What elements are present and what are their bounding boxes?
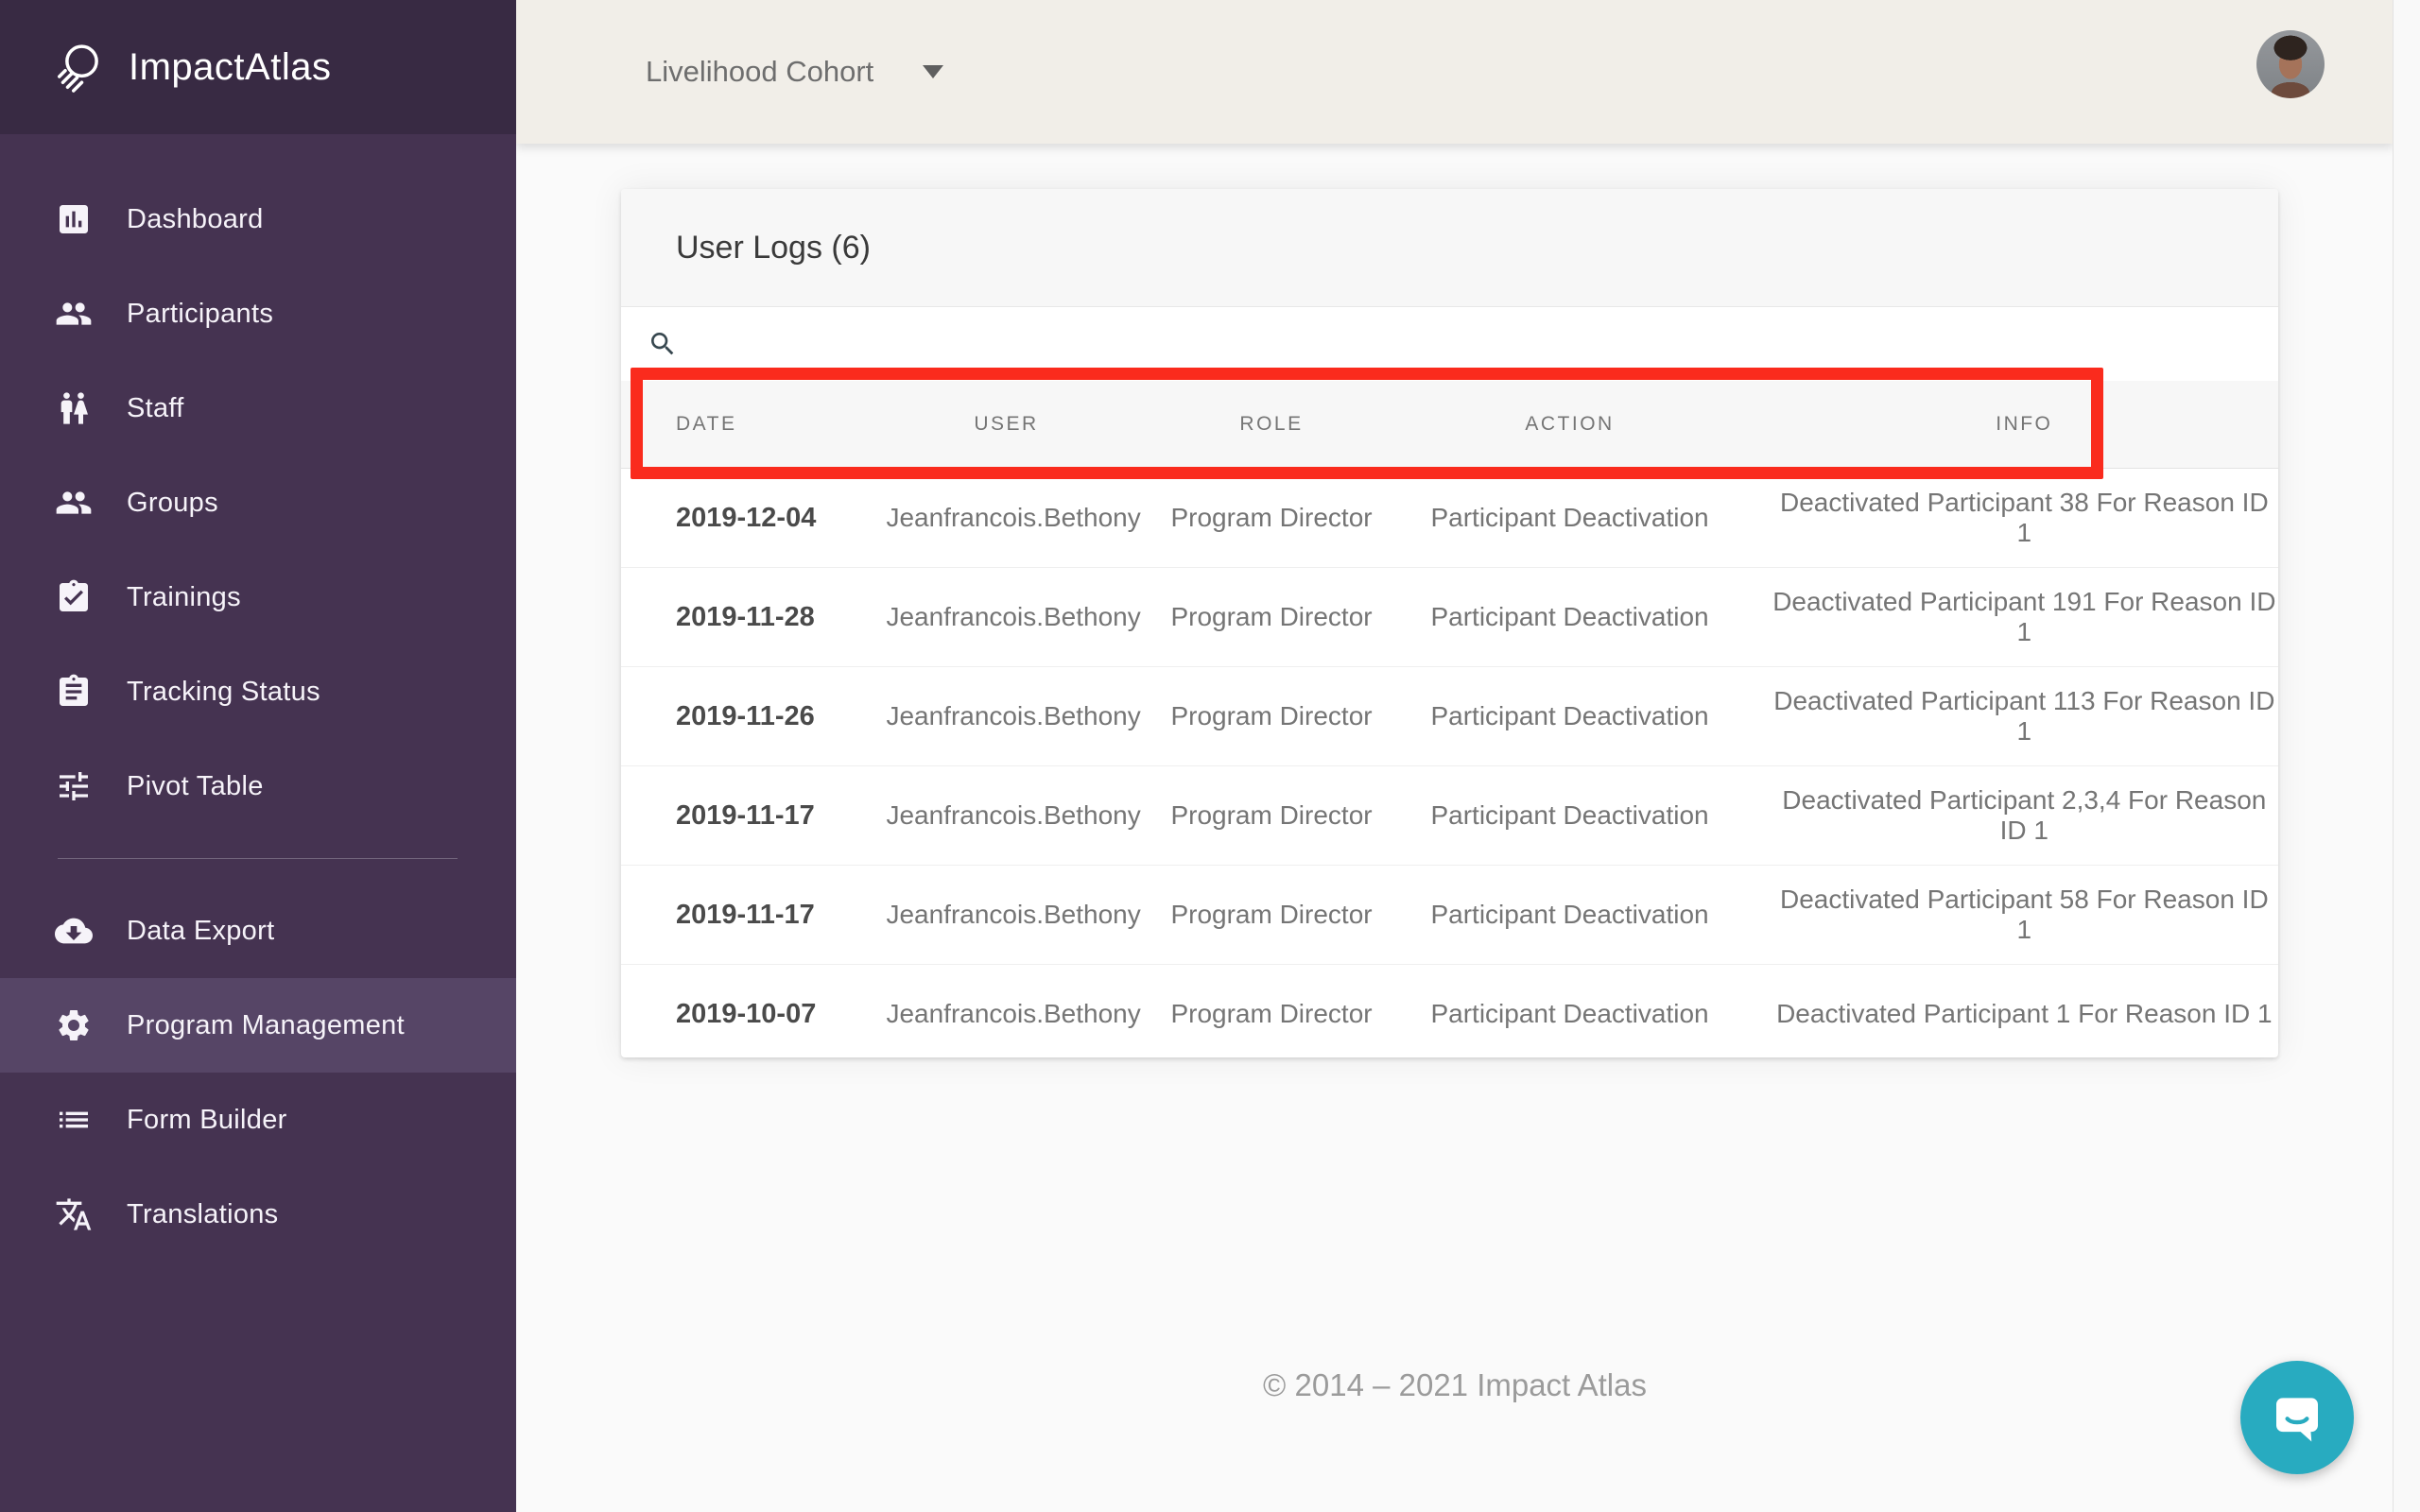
sidebar-item-label: Data Export (127, 916, 274, 947)
copyright-text: © 2014 – 2021 Impact Atlas (516, 1367, 2394, 1403)
bar-chart-icon (55, 200, 93, 238)
sidebar: ImpactAtlas Dashboard Participants Staff Gr… (0, 0, 516, 1512)
table-header-row: DATEUSERROLEACTIONINFO (621, 381, 2278, 469)
table-row: 2019-11-17Jeanfrancois.BethonyProgram Di… (621, 866, 2278, 965)
topbar: Livelihood Cohort (516, 0, 2394, 144)
search-bar (621, 307, 2278, 381)
table-row: 2019-12-04Jeanfrancois.BethonyProgram Di… (621, 469, 2278, 568)
brand[interactable]: ImpactAtlas (0, 0, 516, 134)
app-title: ImpactAtlas (129, 46, 331, 89)
sidebar-item-trainings[interactable]: Trainings (0, 550, 516, 644)
sidebar-item-label: Program Management (127, 1010, 405, 1041)
cohort-selector[interactable]: Livelihood Cohort (646, 55, 943, 89)
sidebar-item-label: Groups (127, 488, 218, 519)
cell-user: Jeanfrancois.Bethony (886, 999, 1126, 1029)
user-logs-card: User Logs (6) DATEUSERROLEACTIONINFO2019… (621, 189, 2278, 1057)
cell-info: Deactivated Participant 38 For Reason ID… (1723, 488, 2278, 548)
cell-date: 2019-11-26 (621, 701, 886, 732)
sidebar-item-program-management[interactable]: Program Management (0, 978, 516, 1073)
column-header-action: ACTION (1416, 413, 1722, 436)
cell-user: Jeanfrancois.Bethony (886, 602, 1126, 632)
sidebar-item-label: Form Builder (127, 1105, 287, 1136)
cell-action: Participant Deactivation (1416, 602, 1722, 632)
sidebar-divider (58, 858, 458, 859)
card-title: User Logs (6) (676, 230, 871, 266)
column-header-date: DATE (621, 413, 886, 436)
sliders-icon (55, 767, 93, 805)
sidebar-item-pivot-table[interactable]: Pivot Table (0, 739, 516, 833)
male-female-icon (55, 389, 93, 427)
cell-info: Deactivated Participant 113 For Reason I… (1723, 686, 2278, 747)
sidebar-item-label: Staff (127, 393, 184, 424)
sidebar-item-label: Pivot Table (127, 771, 264, 802)
cell-action: Participant Deactivation (1416, 503, 1722, 533)
table-row: 2019-11-17Jeanfrancois.BethonyProgram Di… (621, 766, 2278, 866)
gear-icon (55, 1006, 93, 1044)
card-header: User Logs (6) (621, 189, 2278, 307)
cell-action: Participant Deactivation (1416, 701, 1722, 731)
table-row: 2019-11-26Jeanfrancois.BethonyProgram Di… (621, 667, 2278, 766)
chat-fab-button[interactable] (2240, 1361, 2354, 1474)
column-header-user: USER (886, 413, 1126, 436)
scrollbar[interactable] (2393, 0, 2420, 1512)
cell-role: Program Director (1127, 602, 1417, 632)
cohort-selector-label: Livelihood Cohort (646, 55, 873, 89)
table-row: 2019-10-07Jeanfrancois.BethonyProgram Di… (621, 965, 2278, 1063)
cell-info: Deactivated Participant 58 For Reason ID… (1723, 885, 2278, 945)
translate-icon (55, 1195, 93, 1233)
list-icon (55, 1101, 93, 1139)
cell-date: 2019-11-17 (621, 900, 886, 931)
sidebar-item-label: Translations (127, 1199, 278, 1230)
sidebar-item-label: Trainings (127, 582, 241, 613)
cell-info: Deactivated Participant 191 For Reason I… (1723, 587, 2278, 647)
cell-role: Program Director (1127, 503, 1417, 533)
cell-date: 2019-12-04 (621, 503, 886, 534)
sidebar-item-groups[interactable]: Groups (0, 455, 516, 550)
chat-bubble-icon (2266, 1386, 2328, 1449)
sidebar-item-label: Tracking Status (127, 677, 320, 708)
cell-role: Program Director (1127, 999, 1417, 1029)
sidebar-item-label: Participants (127, 299, 273, 330)
sidebar-item-staff[interactable]: Staff (0, 361, 516, 455)
main-content: User Logs (6) DATEUSERROLEACTIONINFO2019… (516, 144, 2394, 1512)
cell-user: Jeanfrancois.Bethony (886, 800, 1126, 831)
sidebar-item-data-export[interactable]: Data Export (0, 884, 516, 978)
impactatlas-logo-icon (51, 39, 108, 95)
user-avatar[interactable] (2256, 30, 2325, 98)
sidebar-item-participants[interactable]: Participants (0, 266, 516, 361)
table-row: 2019-11-28Jeanfrancois.BethonyProgram Di… (621, 568, 2278, 667)
app-root: ImpactAtlas Dashboard Participants Staff Gr… (0, 0, 2420, 1512)
sidebar-item-translations[interactable]: Translations (0, 1167, 516, 1262)
chevron-down-icon (923, 65, 943, 78)
sidebar-item-tracking-status[interactable]: Tracking Status (0, 644, 516, 739)
cell-role: Program Director (1127, 900, 1417, 930)
cell-user: Jeanfrancois.Bethony (886, 900, 1126, 930)
sidebar-nav: Dashboard Participants Staff Groups Training… (0, 134, 516, 1262)
cell-user: Jeanfrancois.Bethony (886, 503, 1126, 533)
cell-info: Deactivated Participant 2,3,4 For Reason… (1723, 785, 2278, 846)
sidebar-item-dashboard[interactable]: Dashboard (0, 172, 516, 266)
cell-user: Jeanfrancois.Bethony (886, 701, 1126, 731)
cell-role: Program Director (1127, 701, 1417, 731)
people-icon (55, 295, 93, 333)
sidebar-item-form-builder[interactable]: Form Builder (0, 1073, 516, 1167)
people-icon (55, 484, 93, 522)
cell-action: Participant Deactivation (1416, 999, 1722, 1029)
clipboard-list-icon (55, 673, 93, 711)
search-input[interactable] (695, 322, 1360, 366)
cell-date: 2019-10-07 (621, 999, 886, 1030)
search-icon (648, 329, 678, 359)
column-header-info: INFO (1723, 413, 2278, 436)
cell-info: Deactivated Participant 1 For Reason ID … (1723, 999, 2278, 1029)
cloud-download-icon (55, 912, 93, 950)
cell-role: Program Director (1127, 800, 1417, 831)
cell-action: Participant Deactivation (1416, 800, 1722, 831)
column-header-role: ROLE (1127, 413, 1417, 436)
sidebar-item-label: Dashboard (127, 204, 264, 235)
cell-action: Participant Deactivation (1416, 900, 1722, 930)
cell-date: 2019-11-17 (621, 800, 886, 832)
cell-date: 2019-11-28 (621, 602, 886, 633)
clipboard-check-icon (55, 578, 93, 616)
user-logs-table: DATEUSERROLEACTIONINFO2019-12-04Jeanfran… (621, 381, 2278, 1063)
